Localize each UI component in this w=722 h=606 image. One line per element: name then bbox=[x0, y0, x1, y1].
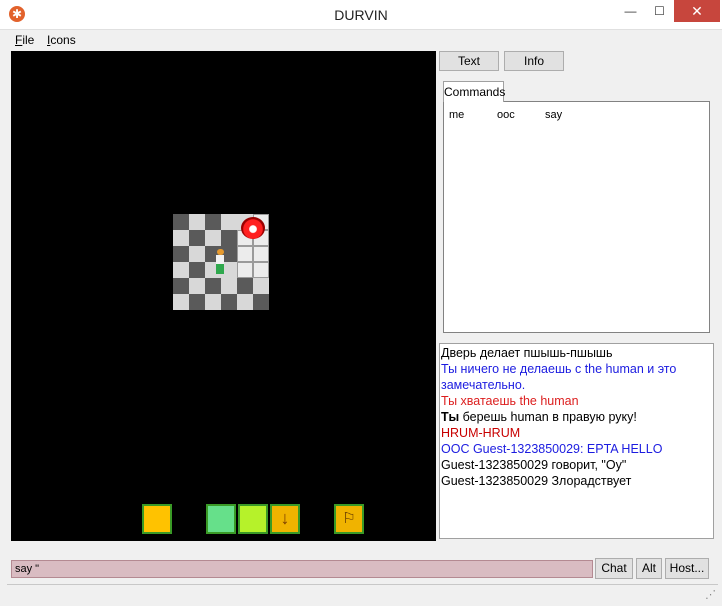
menu-file[interactable]: File bbox=[15, 33, 34, 47]
floor-tile[interactable] bbox=[189, 214, 205, 230]
menu-bar: File Icons bbox=[0, 30, 722, 50]
floor-tile[interactable] bbox=[173, 294, 189, 310]
window-title: DURVIN bbox=[334, 7, 388, 23]
chat-log[interactable]: Дверь делает пшышь-пшышь Ты ничего не де… bbox=[439, 343, 714, 539]
game-map[interactable]: ↓ ⚐ bbox=[11, 51, 436, 541]
log-line: Ты берешь human в правую руку! bbox=[441, 409, 712, 425]
command-input[interactable]: say " bbox=[11, 560, 593, 578]
human-sprite[interactable] bbox=[216, 249, 224, 275]
drop-arrow-icon[interactable]: ↓ bbox=[270, 504, 300, 534]
minimize-button[interactable]: — bbox=[616, 0, 645, 22]
intent-help-icon[interactable] bbox=[206, 504, 236, 534]
floor-tile[interactable] bbox=[221, 278, 237, 294]
commands-list: me ooc say bbox=[443, 101, 710, 333]
fire-icon[interactable] bbox=[241, 217, 265, 239]
floor-tile[interactable] bbox=[253, 246, 269, 262]
resize-grip-icon[interactable]: ⋰ bbox=[705, 588, 716, 601]
floor-tile[interactable] bbox=[173, 246, 189, 262]
floor-tile[interactable] bbox=[221, 294, 237, 310]
log-line: Ты ничего не делаешь с the human и это з… bbox=[441, 362, 677, 392]
floor-tile[interactable] bbox=[189, 230, 205, 246]
floor-tile[interactable] bbox=[189, 278, 205, 294]
floor-tile[interactable] bbox=[253, 262, 269, 278]
menu-icons[interactable]: Icons bbox=[47, 33, 76, 47]
close-button[interactable]: ✕ bbox=[674, 0, 720, 22]
floor-tile[interactable] bbox=[205, 278, 221, 294]
floor-tile[interactable] bbox=[253, 294, 269, 310]
log-line: Guest-1323850029 говорит, "Оу" bbox=[441, 458, 627, 472]
command-say[interactable]: say bbox=[545, 109, 562, 121]
floor-tile[interactable] bbox=[173, 214, 189, 230]
floor-tile[interactable] bbox=[221, 230, 237, 246]
floor-tile[interactable] bbox=[205, 214, 221, 230]
floor-tile[interactable] bbox=[189, 246, 205, 262]
commands-tab[interactable]: Commands bbox=[443, 81, 505, 102]
floor-tile[interactable] bbox=[173, 230, 189, 246]
floor-tile[interactable] bbox=[205, 230, 221, 246]
intent-grab-icon[interactable] bbox=[238, 504, 268, 534]
command-me[interactable]: me bbox=[449, 109, 464, 121]
walk-run-icon[interactable]: ⚐ bbox=[334, 504, 364, 534]
host-button[interactable]: Host... bbox=[665, 558, 709, 579]
log-line-text: берешь human в правую руку! bbox=[459, 410, 637, 424]
command-ooc[interactable]: ooc bbox=[497, 109, 515, 121]
menu-icons-label: cons bbox=[50, 33, 76, 47]
log-line: Ты хватаешь the human bbox=[441, 394, 579, 408]
text-tab-button[interactable]: Text bbox=[439, 51, 499, 71]
hand-slot-icon[interactable] bbox=[142, 504, 172, 534]
title-bar: ✱ DURVIN — ☐ ✕ bbox=[0, 0, 722, 30]
floor-tile[interactable] bbox=[237, 278, 253, 294]
floor-tile[interactable] bbox=[253, 278, 269, 294]
floor-tile[interactable] bbox=[237, 246, 253, 262]
alt-button[interactable]: Alt bbox=[636, 558, 662, 579]
log-line: HRUM-HRUM bbox=[441, 426, 521, 440]
log-line: Guest-1323850029 Злорадствует bbox=[441, 474, 632, 488]
floor-tile[interactable] bbox=[205, 294, 221, 310]
floor-tile[interactable] bbox=[173, 262, 189, 278]
chat-button[interactable]: Chat bbox=[595, 558, 633, 579]
info-tab-button[interactable]: Info bbox=[504, 51, 564, 71]
human-torso bbox=[216, 255, 224, 264]
maximize-button[interactable]: ☐ bbox=[645, 0, 674, 22]
floor-tile[interactable] bbox=[221, 214, 237, 230]
menu-file-label: ile bbox=[22, 33, 35, 47]
commands-panel: Commands me ooc say bbox=[439, 74, 715, 338]
floor-tile[interactable] bbox=[173, 278, 189, 294]
floor-tile[interactable] bbox=[237, 262, 253, 278]
floor-tile[interactable] bbox=[189, 262, 205, 278]
human-legs bbox=[216, 264, 224, 274]
log-bold-prefix: Ты bbox=[441, 410, 460, 424]
floor-tile[interactable] bbox=[237, 294, 253, 310]
status-bar: ⋰ bbox=[7, 584, 718, 602]
log-line: OOC Guest-1323850029: EPTA HELLO bbox=[441, 442, 663, 456]
floor-tile[interactable] bbox=[189, 294, 205, 310]
log-line: Дверь делает пшышь-пшышь bbox=[441, 346, 613, 360]
